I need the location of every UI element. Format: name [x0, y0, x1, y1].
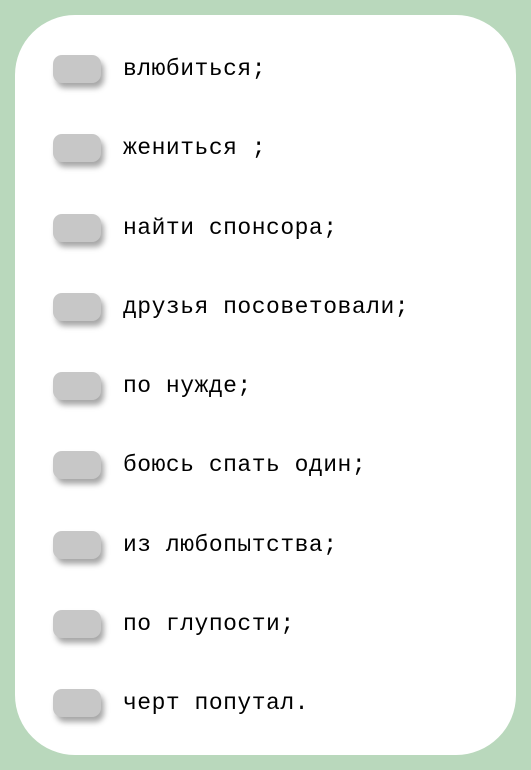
list-item: черт попутал. [53, 689, 488, 717]
list-item: боюсь спать один; [53, 451, 488, 479]
list-item: из любопытства; [53, 531, 488, 559]
checkbox-chip[interactable] [53, 531, 101, 559]
item-label: влюбиться; [123, 56, 266, 82]
list-item: по нужде; [53, 372, 488, 400]
list-item: друзья посоветовали; [53, 293, 488, 321]
item-label: боюсь спать один; [123, 452, 366, 478]
item-label: черт попутал. [123, 690, 309, 716]
checkbox-chip[interactable] [53, 610, 101, 638]
item-label: по глупости; [123, 611, 295, 637]
item-label: найти спонсора; [123, 215, 338, 241]
list-item: по глупости; [53, 610, 488, 638]
checkbox-chip[interactable] [53, 372, 101, 400]
checkbox-chip[interactable] [53, 214, 101, 242]
checkbox-chip[interactable] [53, 134, 101, 162]
checklist-card: влюбиться; жениться ; найти спонсора; др… [15, 15, 516, 755]
checkbox-chip[interactable] [53, 451, 101, 479]
item-label: жениться ; [123, 135, 266, 161]
checkbox-chip[interactable] [53, 55, 101, 83]
item-label: по нужде; [123, 373, 252, 399]
item-label: из любопытства; [123, 532, 338, 558]
checkbox-chip[interactable] [53, 293, 101, 321]
list-item: жениться ; [53, 134, 488, 162]
checkbox-chip[interactable] [53, 689, 101, 717]
item-label: друзья посоветовали; [123, 294, 409, 320]
list-item: влюбиться; [53, 55, 488, 83]
list-item: найти спонсора; [53, 214, 488, 242]
